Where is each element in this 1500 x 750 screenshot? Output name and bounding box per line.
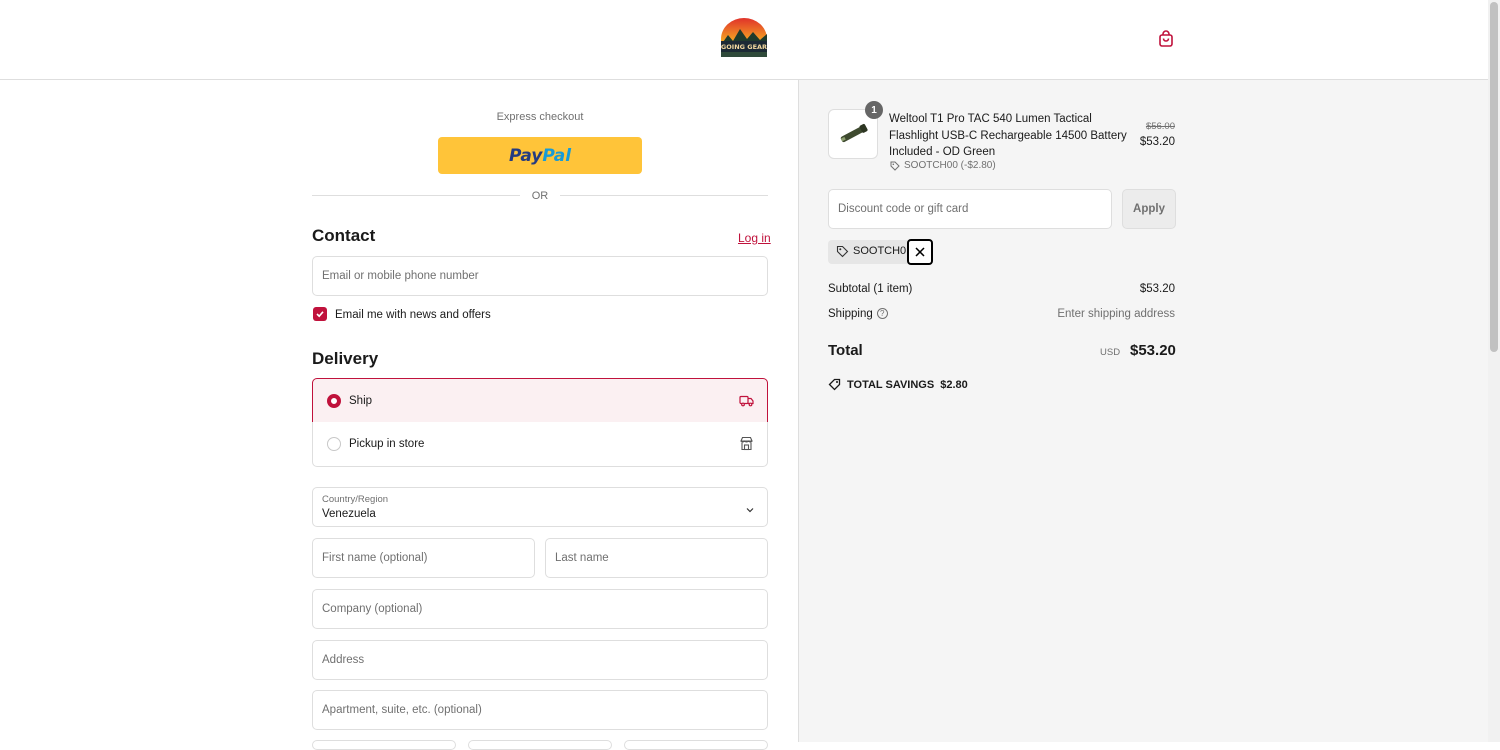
total-value: $53.20 xyxy=(1130,342,1176,359)
going-gear-logo[interactable]: GOING GEAR xyxy=(720,17,768,59)
country-value: Venezuela xyxy=(322,508,376,520)
product-discount: SOOTCH00 (-$2.80) xyxy=(890,160,996,171)
paypal-text-pay: Pay xyxy=(508,145,543,166)
truck-icon xyxy=(739,393,754,408)
applied-discount-code: SOOTCH00 xyxy=(853,245,906,257)
applied-discount-tag: SOOTCH00 xyxy=(828,239,933,265)
item-price: $53.20 xyxy=(1139,136,1175,148)
country-select[interactable]: Country/Region Venezuela xyxy=(312,487,768,527)
company-field[interactable]: Company (optional) xyxy=(312,589,768,629)
delivery-heading: Delivery xyxy=(312,349,379,368)
shopping-bag-icon[interactable] xyxy=(1157,30,1175,48)
savings-label: TOTAL SAVINGS xyxy=(847,378,935,391)
page-scrollbar[interactable] xyxy=(1488,0,1500,742)
checkmark-icon xyxy=(316,311,324,318)
delivery-option-ship[interactable]: Ship xyxy=(312,378,768,423)
paypal-button[interactable]: Pay Pal xyxy=(438,137,642,174)
or-divider-label: OR xyxy=(531,190,549,202)
chevron-down-icon xyxy=(745,502,755,513)
shipping-value: Enter shipping address xyxy=(1057,308,1175,320)
tag-icon xyxy=(828,378,841,391)
first-name-field[interactable]: First name (optional) xyxy=(312,538,535,578)
savings-value: $2.80 xyxy=(940,378,968,391)
ship-radio[interactable] xyxy=(327,394,341,408)
email-field[interactable]: Email or mobile phone number xyxy=(312,256,768,296)
total-currency: USD xyxy=(1100,347,1121,358)
total-label: Total xyxy=(828,342,863,359)
shipping-row-label: Shipping? xyxy=(828,308,888,320)
pickup-label: Pickup in store xyxy=(349,438,425,450)
remove-discount-button[interactable] xyxy=(907,239,933,265)
subtotal-value: $53.20 xyxy=(1139,283,1175,295)
ship-label: Ship xyxy=(349,395,373,407)
divider-left xyxy=(312,195,520,196)
order-summary-panel xyxy=(798,80,1488,742)
scrollbar-thumb[interactable] xyxy=(1490,2,1498,352)
store-icon xyxy=(739,436,754,451)
apply-button[interactable]: Apply xyxy=(1122,189,1176,229)
delivery-option-pickup[interactable]: Pickup in store xyxy=(312,422,768,467)
product-name: Weltool T1 Pro TAC 540 Lumen Tactical Fl… xyxy=(889,113,1127,158)
total-savings: TOTAL SAVINGS $2.80 xyxy=(828,378,968,391)
contact-heading: Contact xyxy=(312,226,376,245)
original-price: $56.00 xyxy=(1145,121,1175,132)
info-icon[interactable]: ? xyxy=(876,308,888,319)
shipping-label: Shipping xyxy=(828,308,873,320)
svg-text:GOING GEAR: GOING GEAR xyxy=(721,43,767,51)
country-label: Country/Region xyxy=(322,494,389,505)
header: GOING GEAR xyxy=(0,0,1488,80)
address-field[interactable]: Address xyxy=(312,640,768,680)
express-checkout-label: Express checkout xyxy=(496,111,584,123)
news-checkbox[interactable] xyxy=(313,307,327,321)
discount-code-input[interactable]: Discount code or gift card xyxy=(828,189,1112,229)
close-icon xyxy=(915,247,925,257)
pickup-radio[interactable] xyxy=(327,437,341,451)
tag-icon xyxy=(890,161,900,171)
product-discount-text: SOOTCH00 (-$2.80) xyxy=(904,160,996,171)
tag-icon xyxy=(836,245,849,258)
news-checkbox-label: Email me with news and offers xyxy=(335,309,491,321)
paypal-text-pal: Pal xyxy=(542,145,572,166)
last-name-field[interactable]: Last name xyxy=(545,538,768,578)
subtotal-label: Subtotal (1 item) xyxy=(828,283,913,295)
login-link[interactable]: Log in xyxy=(738,231,771,245)
apartment-field[interactable]: Apartment, suite, etc. (optional) xyxy=(312,690,768,730)
divider-right xyxy=(560,195,768,196)
quantity-badge: 1 xyxy=(865,101,883,119)
